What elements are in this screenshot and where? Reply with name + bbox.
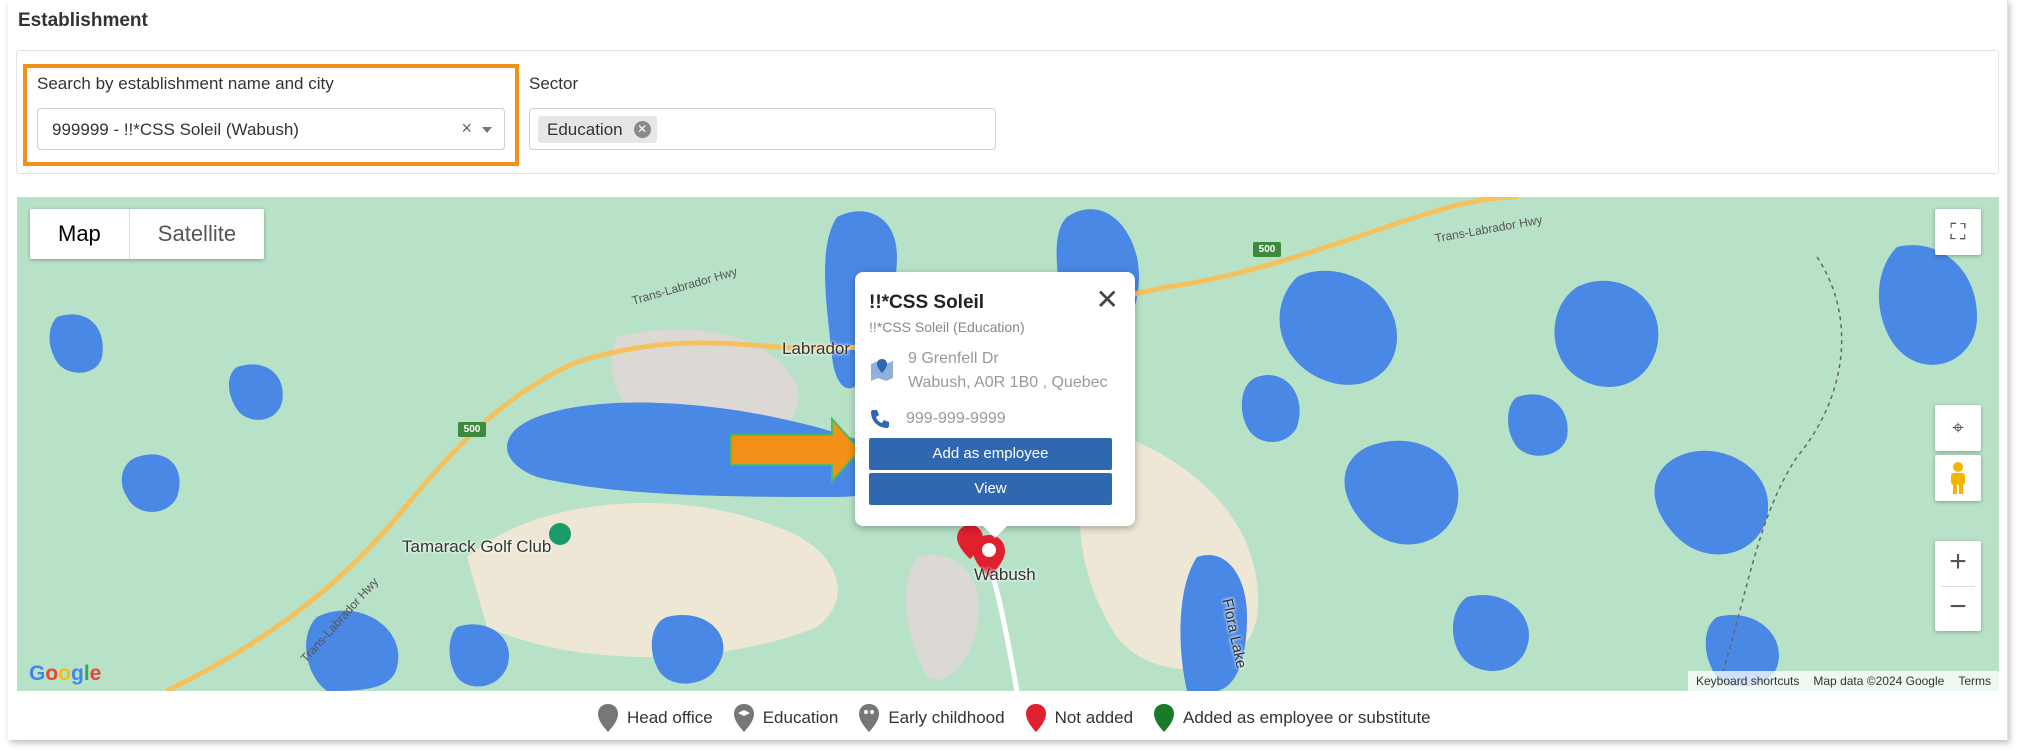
keyboard-shortcuts-link[interactable]: Keyboard shortcuts: [1696, 674, 1799, 688]
map[interactable]: Map Satellite ⛶ ⌖ + − Labrador Tamarack …: [17, 197, 1999, 691]
highway-shield-2: 500: [1253, 242, 1281, 257]
map-label-labrador: Labrador: [782, 339, 851, 358]
location-target-icon: ⌖: [1952, 416, 1964, 439]
page: Establishment Search by establishment na…: [0, 0, 2018, 751]
map-type-satellite-button[interactable]: Satellite: [130, 209, 264, 259]
sector-label: Sector: [529, 74, 579, 93]
legend-added: Added as employee or substitute: [1153, 703, 1431, 733]
zoom-in-button[interactable]: +: [1949, 542, 1967, 586]
info-address-line2: Wabush, A0R 1B0 , Quebec: [908, 374, 1108, 391]
zoom-control: + −: [1935, 541, 1981, 631]
establishment-search-label: Search by establishment name and city: [37, 74, 334, 93]
map-label-tamarack: Tamarack Golf Club: [402, 537, 552, 556]
pegman-icon: [1951, 462, 1965, 494]
sector-chip-label: Education: [547, 120, 623, 139]
legend-education-label: Education: [762, 708, 839, 727]
legend-education: Education: [733, 703, 839, 733]
info-address-line1: 9 Grenfell Dr: [908, 350, 999, 367]
street-view-button[interactable]: [1935, 455, 1981, 501]
add-as-employee-button[interactable]: Add as employee: [869, 438, 1112, 470]
legend-early-childhood-label: Early childhood: [888, 708, 1005, 727]
highway-shield-1: 500: [458, 422, 486, 437]
legend-added-label: Added as employee or substitute: [1183, 708, 1431, 727]
legend-head-office-label: Head office: [627, 708, 713, 727]
legend-head-office: Head office: [597, 703, 713, 733]
view-button[interactable]: View: [869, 473, 1112, 505]
terms-link[interactable]: Terms: [1958, 674, 1991, 688]
added-marker-icon: [1154, 704, 1175, 732]
zoom-out-button[interactable]: −: [1941, 586, 1975, 630]
map-type-control: Map Satellite: [30, 209, 265, 259]
legend-early-childhood: Early childhood: [858, 703, 1005, 733]
map-label-wabush: Wabush: [974, 565, 1036, 584]
info-window: !!*CSS Soleil ✕ !!*CSS Soleil (Education…: [855, 272, 1135, 538]
section-title: Establishment: [18, 10, 148, 31]
info-title: !!*CSS Soleil: [869, 292, 985, 313]
my-location-button[interactable]: ⌖: [1935, 405, 1981, 451]
chevron-down-icon[interactable]: [482, 127, 492, 133]
google-logo: Google: [29, 662, 102, 685]
legend-not-added-label: Not added: [1054, 708, 1134, 727]
phone-icon: [871, 410, 889, 428]
establishment-select[interactable]: 999999 - !!*CSS Soleil (Wabush) ×: [37, 108, 505, 150]
map-type-map-button[interactable]: Map: [30, 209, 130, 259]
fullscreen-button[interactable]: ⛶: [1935, 209, 1981, 255]
fullscreen-icon: ⛶: [1950, 219, 1966, 244]
sector-select[interactable]: Education ✕: [529, 108, 996, 150]
early-childhood-marker-icon: [859, 704, 880, 732]
establishment-select-value: 999999 - !!*CSS Soleil (Wabush): [52, 120, 299, 139]
legend-not-added: Not added: [1025, 703, 1133, 733]
not-added-marker-icon: [1025, 704, 1046, 732]
info-phone: 999-999-9999: [906, 410, 1006, 427]
education-marker-icon: [733, 704, 754, 732]
close-icon[interactable]: ✕: [1096, 286, 1119, 314]
chip-remove-icon[interactable]: ✕: [633, 121, 651, 138]
map-data-text: Map data ©2024 Google: [1813, 674, 1945, 688]
map-legend: Head office Education Early childhood No…: [597, 700, 1441, 736]
map-attribution: Keyboard shortcuts Map data ©2024 Google…: [1688, 671, 1999, 691]
map-pin-icon: [871, 359, 893, 381]
sector-chip: Education ✕: [538, 116, 657, 143]
info-subtitle: !!*CSS Soleil (Education): [869, 319, 1025, 335]
head-office-marker-icon: [598, 704, 618, 732]
clear-icon[interactable]: ×: [461, 118, 472, 139]
